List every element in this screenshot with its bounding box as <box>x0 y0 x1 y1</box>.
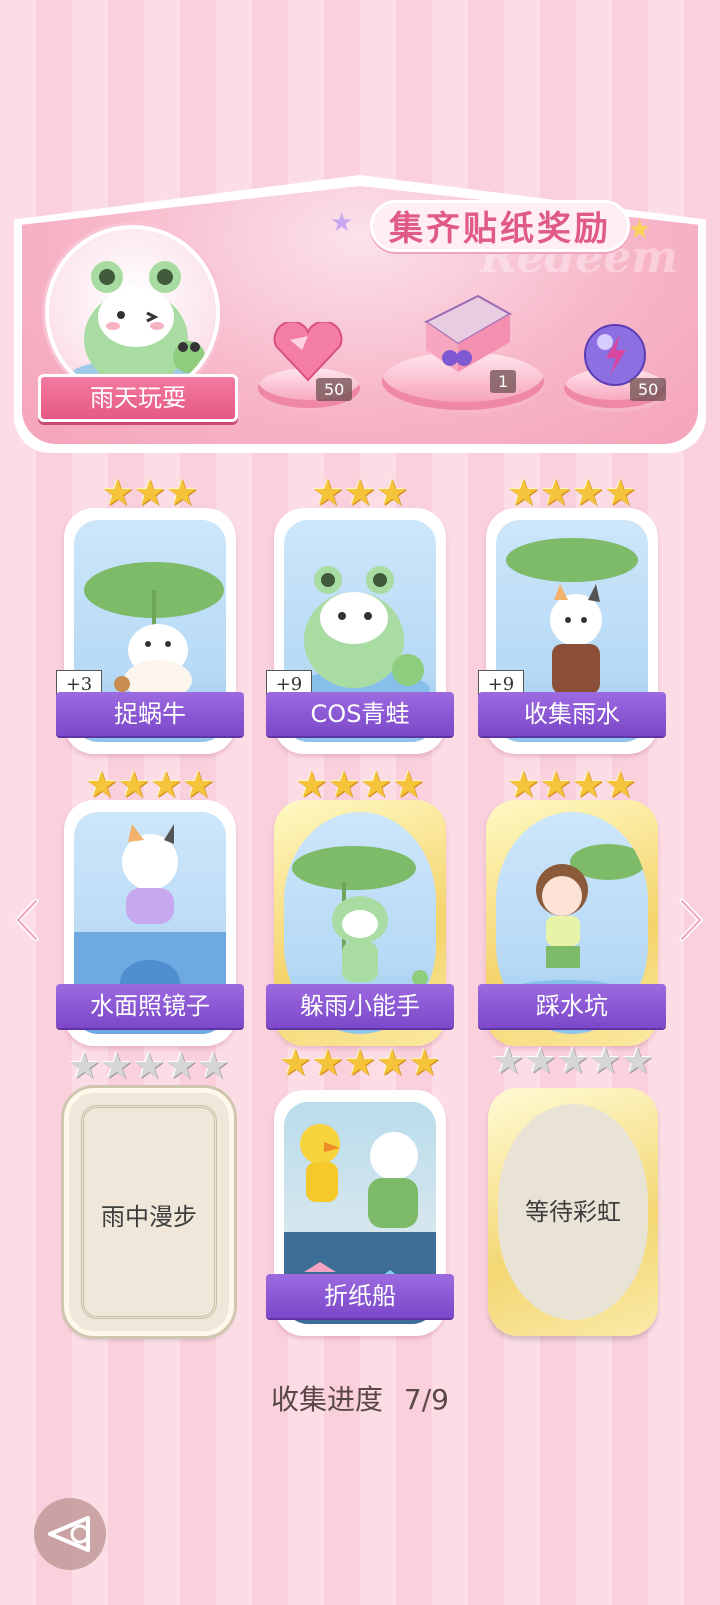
gift-box-icon[interactable] <box>418 292 514 374</box>
star-decoration-icon: ★ <box>330 208 354 238</box>
star-rating: ★ ★ ★ ★ ★ <box>492 1041 654 1082</box>
banner-title: 集齐贴纸奖励 <box>370 200 630 252</box>
progress-label: 收集进度 <box>271 1383 384 1416</box>
star-rating: ★ ★ ★ ★ <box>85 765 215 806</box>
sticker-card-wait-rainbow-locked[interactable]: ★ ★ ★ ★ ★ 等待彩虹 <box>488 1044 658 1336</box>
sticker-name: 雨中漫步 <box>101 1203 197 1231</box>
sticker-name: 收集雨水 <box>478 692 666 736</box>
gift-box-count: 1 <box>490 370 517 393</box>
sticker-card-mirror-water[interactable]: ★ ★ ★ ★ 水面照镜子 <box>56 768 244 1046</box>
sticker-card-cos-frog[interactable]: ★ ★ ★ +9 COS青蛙 <box>266 476 454 754</box>
sticker-name: COS青蛙 <box>266 692 454 736</box>
back-arrow-icon <box>48 1516 90 1552</box>
energy-orb-count: 50 <box>630 378 667 401</box>
sticker-card-paper-boat[interactable]: ★ ★ ★ ★ ★ 折纸船 <box>266 1046 454 1336</box>
prev-page-arrow-icon[interactable] <box>12 897 42 943</box>
sticker-card-puddle-jump[interactable]: ★ ★ ★ ★ 踩水坑 <box>478 768 666 1046</box>
sticker-name: 等待彩虹 <box>525 1198 621 1226</box>
next-page-arrow-icon[interactable] <box>676 897 706 943</box>
sticker-name: 踩水坑 <box>478 984 666 1028</box>
heart-gem-count: 50 <box>316 378 353 401</box>
collection-progress: 收集进度 7/9 <box>0 1378 720 1418</box>
theme-ribbon: 雨天玩耍 <box>38 374 238 422</box>
star-rating: ★ ★ ★ ★ <box>507 473 637 514</box>
heart-gem-icon[interactable] <box>272 320 344 382</box>
progress-value: 7/9 <box>403 1383 449 1416</box>
star-rating: ★ ★ ★ ★ ★ <box>68 1046 230 1087</box>
star-rating: ★ ★ ★ ★ <box>507 765 637 806</box>
star-rating: ★ ★ ★ <box>101 473 199 514</box>
sticker-card-rain-shelter[interactable]: ★ ★ ★ ★ 躲雨小能手 <box>266 768 454 1046</box>
sticker-name: 水面照镜子 <box>56 984 244 1028</box>
sticker-name: 捉蜗牛 <box>56 692 244 736</box>
star-rating: ★ ★ ★ ★ ★ <box>279 1043 441 1084</box>
star-rating: ★ ★ ★ ★ <box>295 765 425 806</box>
sticker-card-catch-snail[interactable]: ★ ★ ★ +3 捉蜗牛 <box>56 476 244 754</box>
sticker-card-rain-walk-locked[interactable]: ★ ★ ★ ★ ★ 雨中漫步 <box>64 1049 234 1336</box>
sticker-name: 折纸船 <box>266 1274 454 1318</box>
star-rating: ★ ★ ★ <box>311 473 409 514</box>
back-button[interactable] <box>34 1498 106 1570</box>
sticker-card-collect-rain[interactable]: ★ ★ ★ ★ +9 收集雨水 <box>478 476 666 754</box>
star-decoration-icon: ★ <box>628 215 652 245</box>
sticker-name: 躲雨小能手 <box>266 984 454 1028</box>
